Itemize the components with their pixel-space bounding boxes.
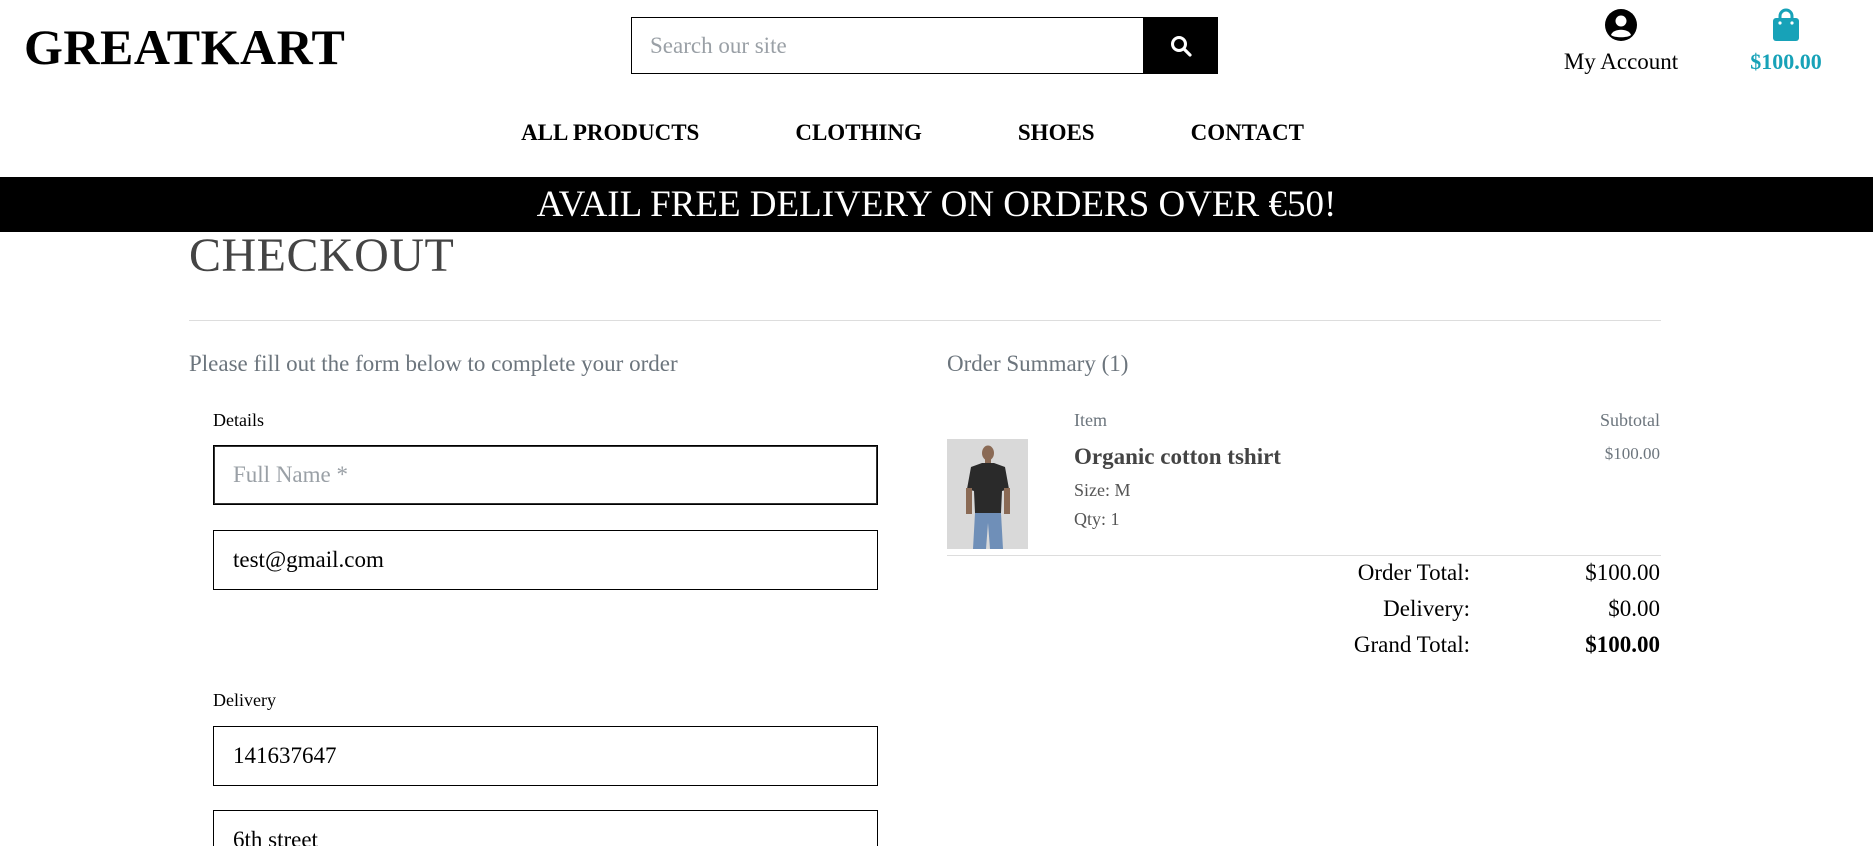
page-title: CHECKOUT: [189, 229, 455, 282]
nav-all-products[interactable]: ALL PRODUCTS: [521, 120, 699, 146]
main-nav: ALL PRODUCTS CLOTHING SHOES CONTACT: [0, 120, 1873, 146]
street-address-field[interactable]: [213, 810, 878, 846]
grand-total-value: $100.00: [1585, 632, 1660, 657]
search-icon: [1171, 35, 1192, 57]
delivery-legend: Delivery: [213, 690, 276, 710]
product-name[interactable]: Organic cotton tshirt: [1074, 444, 1281, 470]
shopping-bag-link[interactable]: $100.00: [1745, 8, 1827, 75]
site-logo[interactable]: GREATKART: [24, 18, 345, 76]
summary-subtotal-header: Subtotal: [1599, 410, 1660, 430]
my-account-label: My Account: [1563, 49, 1679, 74]
my-account-link[interactable]: My Account: [1562, 8, 1680, 75]
summary-divider: [947, 555, 1661, 556]
nav-contact[interactable]: CONTACT: [1191, 120, 1304, 146]
order-summary-title: Order Summary (1): [947, 351, 1129, 376]
phone-field[interactable]: [213, 726, 878, 786]
form-intro: Please fill out the form below to comple…: [189, 351, 678, 376]
shopping-bag-icon: [1773, 8, 1799, 41]
grand-total-label: Grand Total:: [1353, 632, 1470, 657]
details-legend: Details: [213, 410, 264, 430]
search-input[interactable]: [631, 17, 1144, 74]
order-total-value: $100.00: [1585, 560, 1660, 585]
product-size: Size: M: [1074, 480, 1131, 500]
delivery-banner: AVAIL FREE DELIVERY ON ORDERS OVER €50!: [0, 177, 1873, 232]
bag-total: $100.00: [1750, 49, 1822, 74]
product-thumbnail: [947, 439, 1028, 549]
order-total-label: Order Total:: [1357, 560, 1470, 585]
product-qty: Qty: 1: [1074, 509, 1120, 529]
email-field[interactable]: [213, 530, 878, 590]
nav-shoes[interactable]: SHOES: [1018, 120, 1095, 146]
full-name-field[interactable]: [213, 445, 878, 505]
title-divider: [189, 320, 1661, 321]
delivery-cost-label: Delivery:: [1383, 596, 1470, 621]
nav-clothing[interactable]: CLOTHING: [795, 120, 922, 146]
user-circle-icon: [1605, 9, 1637, 41]
search-bar: [631, 17, 1218, 74]
delivery-cost-value: $0.00: [1608, 596, 1660, 621]
summary-item-header: Item: [1074, 410, 1107, 430]
product-subtotal: $100.00: [1604, 444, 1660, 463]
search-button[interactable]: [1144, 17, 1218, 74]
